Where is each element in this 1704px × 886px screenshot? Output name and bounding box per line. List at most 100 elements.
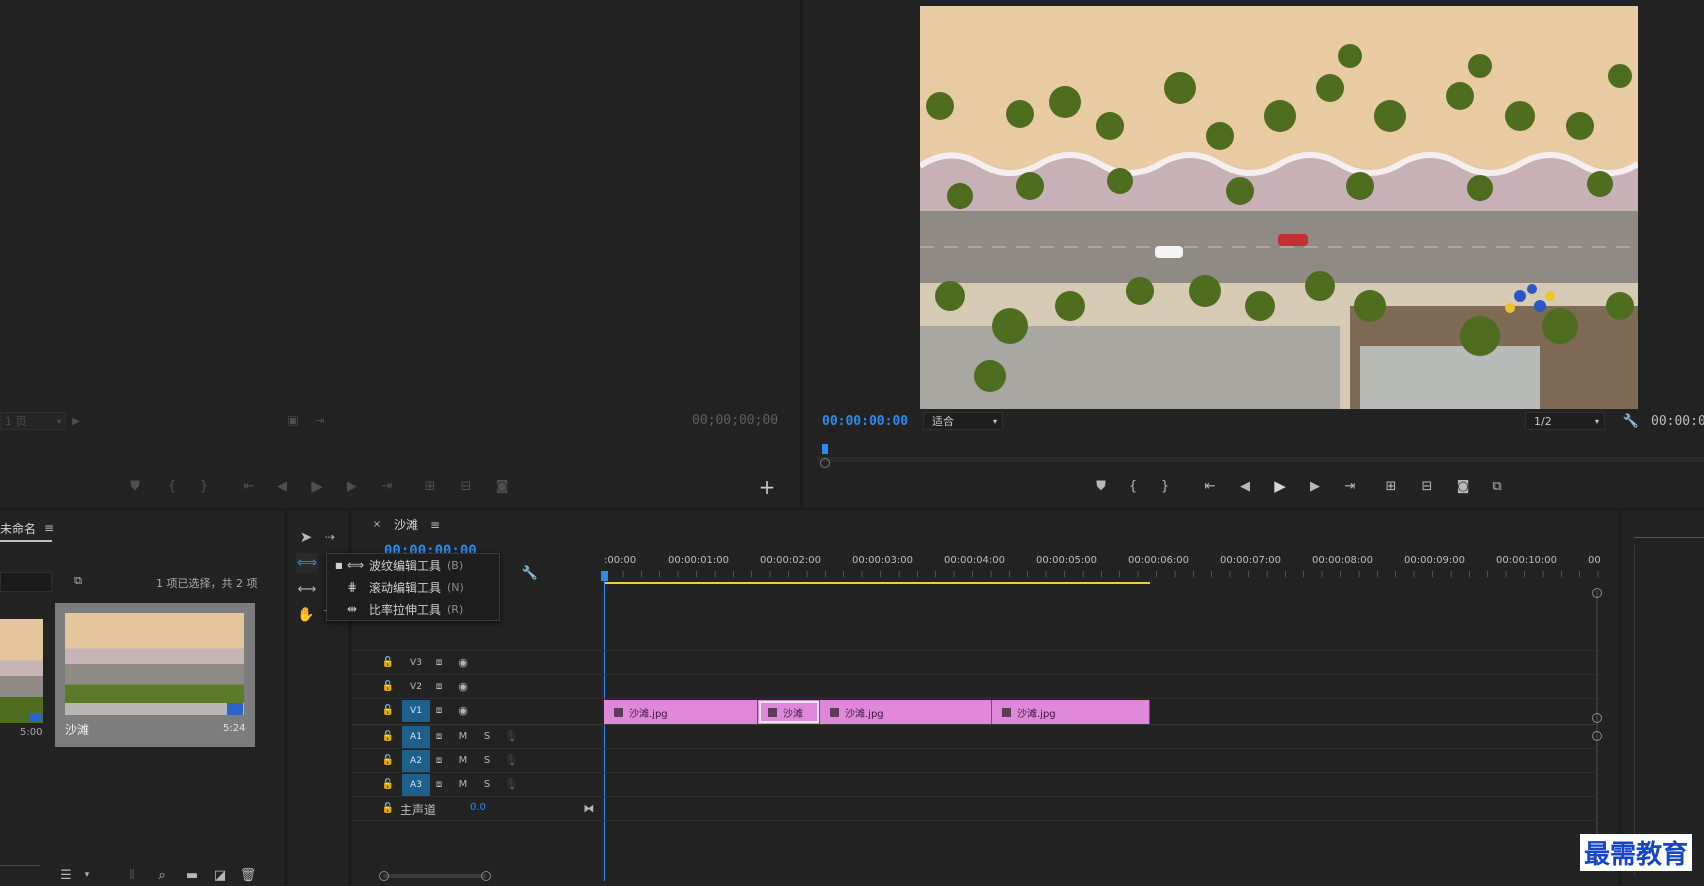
insert-arrows-icon[interactable]: ⇥ — [312, 412, 328, 428]
time-ruler[interactable]: :00:00 00:00:01:00 00:00:02:00 00:00:03:… — [604, 555, 1614, 591]
lock-icon[interactable]: 🔓 — [382, 728, 394, 744]
sync-lock-icon[interactable]: ⧈ — [432, 654, 446, 670]
track-v1[interactable]: 🔓 V1 ⧈ ◉ — [352, 699, 602, 723]
slip-tool-icon[interactable]: ⟷ — [296, 579, 318, 599]
timeline-clip-selected[interactable]: 沙滩 — [758, 700, 820, 724]
project-item[interactable]: 5:00 — [0, 607, 50, 747]
scroll-knob[interactable] — [1592, 588, 1602, 598]
lift-icon[interactable]: ⊞ — [1381, 476, 1401, 496]
extract-icon[interactable]: ⊟ — [1417, 476, 1437, 496]
overwrite-icon[interactable]: ⊟ — [456, 476, 476, 496]
microphone-icon[interactable]: 🎙 — [504, 752, 518, 768]
selection-tool-icon[interactable]: ➤ — [296, 527, 316, 547]
track-v3[interactable]: 🔓 V3 ⧈ ◉ — [352, 651, 602, 675]
microphone-icon[interactable]: 🎙 — [504, 728, 518, 744]
timeline-clip[interactable]: 沙滩.jpg — [604, 700, 758, 724]
insert-icon[interactable]: ⊞ — [420, 476, 440, 496]
project-item-selected[interactable]: 沙滩 5:24 — [55, 603, 255, 747]
track-select-tool-icon[interactable]: ⇢ — [320, 527, 340, 547]
marker-icon[interactable]: ⛊ — [127, 476, 143, 496]
go-to-out-icon[interactable]: ⇥ — [1341, 476, 1359, 496]
trash-icon[interactable]: 🗑 — [240, 867, 257, 883]
menu-item-rate-stretch[interactable]: ⇹ 比率拉伸工具 (R) — [327, 598, 499, 620]
mute-button[interactable]: M — [456, 776, 470, 792]
track-label[interactable]: V2 — [402, 676, 430, 698]
solo-button[interactable]: S — [480, 752, 494, 768]
master-volume[interactable]: 0.0 — [470, 802, 486, 813]
close-tab-icon[interactable]: × — [372, 517, 382, 531]
play-icon[interactable]: ▶ — [308, 476, 326, 496]
playhead-handle[interactable] — [601, 571, 608, 581]
mark-out-icon[interactable]: } — [1157, 476, 1173, 496]
add-button[interactable]: + — [758, 475, 776, 499]
go-to-out-icon[interactable]: ⇥ — [378, 476, 396, 496]
lock-icon[interactable]: 🔓 — [382, 776, 394, 792]
mark-in-icon[interactable]: { — [1125, 476, 1141, 496]
mute-button[interactable]: M — [456, 728, 470, 744]
eye-icon[interactable]: ◉ — [456, 702, 470, 718]
lock-icon[interactable]: 🔓 — [382, 800, 394, 816]
mute-button[interactable]: M — [456, 752, 470, 768]
lock-icon[interactable]: 🔓 — [382, 752, 394, 768]
playhead-marker[interactable] — [822, 444, 828, 454]
resolution-dropdown[interactable]: 1/2 ▾ — [1525, 412, 1605, 430]
scroll-handle[interactable] — [820, 458, 830, 468]
menu-item-ripple-edit[interactable]: ■ ⟺ 波纹编辑工具 (B) — [327, 554, 499, 576]
sync-lock-icon[interactable]: ⧈ — [432, 702, 446, 718]
automate-icon[interactable]: ⦀ — [124, 867, 140, 883]
step-forward-icon[interactable]: ▶ — [1307, 476, 1323, 496]
mark-in-icon[interactable]: { — [164, 476, 180, 496]
zoom-slider[interactable] — [0, 865, 40, 866]
panel-menu-icon[interactable]: ≡ — [44, 521, 54, 535]
sequence-tab[interactable]: 沙滩 ≡ — [394, 516, 440, 533]
sync-lock-icon[interactable]: ⧈ — [432, 678, 446, 694]
track-a1[interactable]: 🔓 A1 ⧈ M S 🎙 — [352, 725, 602, 749]
solo-button[interactable]: S — [480, 776, 494, 792]
track-label[interactable]: A2 — [402, 750, 430, 772]
lock-icon[interactable]: 🔓 — [382, 654, 394, 670]
sync-lock-icon[interactable]: ⧈ — [432, 728, 446, 744]
program-timecode[interactable]: 00:00:00:00 — [822, 414, 908, 429]
new-item-icon[interactable]: ◪ — [212, 867, 228, 883]
sync-lock-icon[interactable]: ⧈ — [432, 776, 446, 792]
eye-icon[interactable]: ◉ — [456, 654, 470, 670]
eye-icon[interactable]: ◉ — [456, 678, 470, 694]
lock-icon[interactable]: 🔓 — [382, 678, 394, 694]
microphone-icon[interactable]: 🎙 — [504, 776, 518, 792]
menu-item-rolling-edit[interactable]: ⋕ 滚动编辑工具 (N) — [327, 576, 499, 598]
work-area-bar[interactable] — [604, 582, 1150, 584]
chevron-down-icon[interactable]: ▾ — [82, 867, 92, 883]
solo-button[interactable]: S — [480, 728, 494, 744]
go-to-edit-icon[interactable]: ⧓ — [582, 800, 596, 816]
scroll-knob[interactable] — [379, 871, 389, 881]
export-frame-icon[interactable]: ◙ — [492, 476, 512, 496]
search-field[interactable] — [0, 572, 52, 592]
step-back-icon[interactable]: ◀ — [274, 476, 290, 496]
playhead-line[interactable] — [604, 571, 605, 881]
track-a2[interactable]: 🔓 A2 ⧈ M S 🎙 — [352, 749, 602, 773]
program-mini-ruler[interactable] — [818, 440, 1704, 468]
ripple-edit-tool-icon[interactable]: ⟺ — [296, 553, 318, 573]
new-bin-icon[interactable]: ▬ — [184, 867, 200, 883]
go-to-in-icon[interactable]: ⇤ — [240, 476, 258, 496]
settings-box-icon[interactable]: ▣ — [286, 412, 300, 428]
export-frame-icon[interactable]: ◙ — [1453, 476, 1473, 496]
scroll-knob[interactable] — [481, 871, 491, 881]
scroll-knob[interactable] — [1592, 713, 1602, 723]
track-v2[interactable]: 🔓 V2 ⧈ ◉ — [352, 675, 602, 699]
track-label[interactable]: V1 — [402, 700, 430, 722]
go-to-in-icon[interactable]: ⇤ — [1201, 476, 1219, 496]
sort-list-icon[interactable]: ☰ — [58, 867, 74, 883]
step-back-icon[interactable]: ◀ — [1237, 476, 1253, 496]
comparison-view-icon[interactable]: ⧉ — [1487, 476, 1507, 496]
source-page-select[interactable]: 1 页 ▾ — [0, 412, 66, 430]
track-a3[interactable]: 🔓 A3 ⧈ M S 🎙 — [352, 773, 602, 797]
timeline-clip[interactable]: 沙滩.jpg — [992, 700, 1150, 724]
scroll-knob[interactable] — [1592, 731, 1602, 741]
wrench-icon[interactable]: 🔧 — [522, 565, 538, 581]
fit-dropdown[interactable]: 适合 ▾ — [923, 412, 1003, 430]
panel-menu-icon[interactable]: ≡ — [430, 518, 440, 532]
sync-lock-icon[interactable]: ⧈ — [432, 752, 446, 768]
step-forward-icon[interactable]: ▶ — [344, 476, 360, 496]
play-icon[interactable]: ▶ — [1271, 476, 1289, 496]
